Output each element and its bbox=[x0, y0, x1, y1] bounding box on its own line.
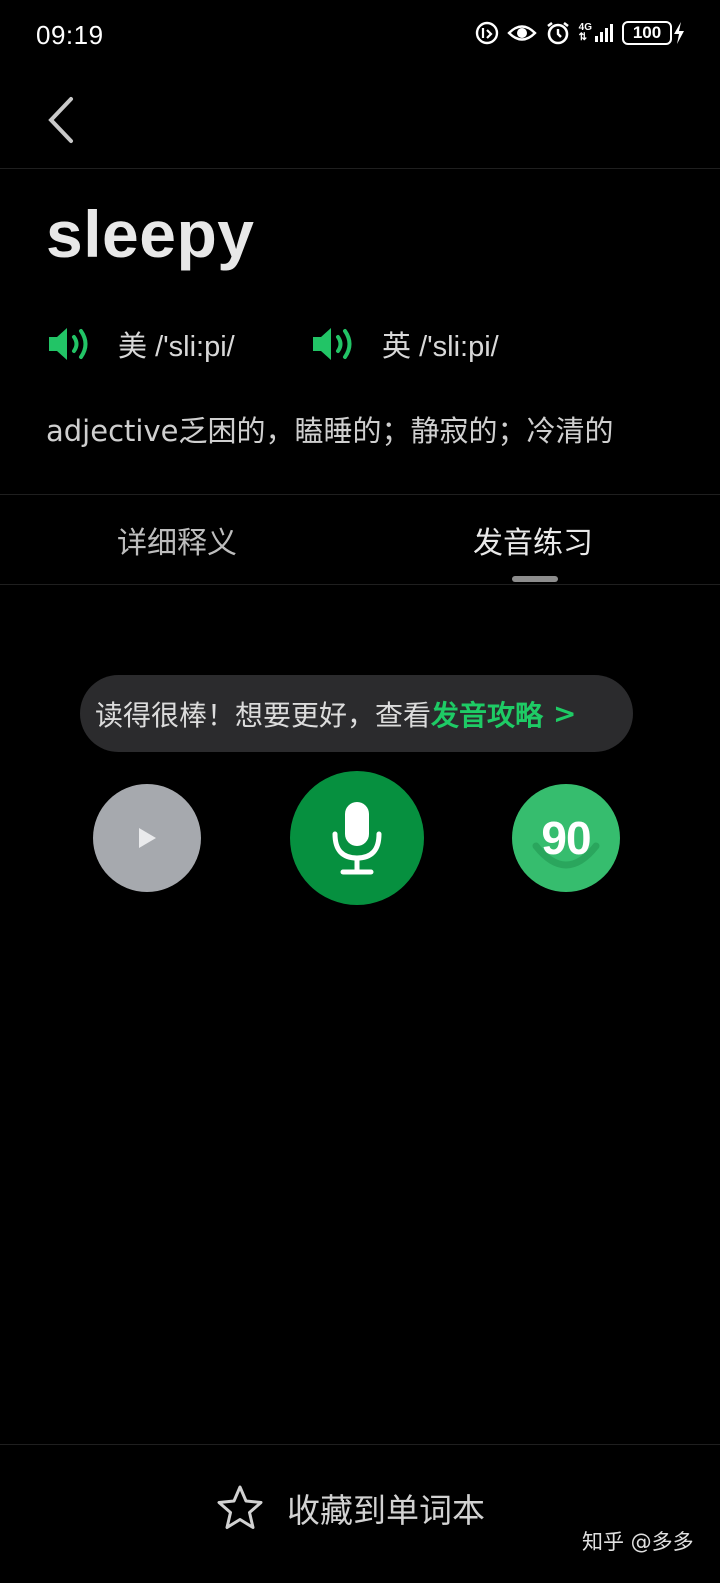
data-saver-icon bbox=[475, 21, 499, 45]
word-detail-page: 09:19 4G ⇅ 100 sleepy 美 /'sli:pi/ 英 /'sl… bbox=[0, 0, 720, 1583]
status-icons: 4G ⇅ 100 bbox=[475, 20, 686, 46]
bottom-bar: 收藏到单词本 bbox=[0, 1444, 720, 1583]
header-divider bbox=[0, 168, 720, 169]
status-time: 09:19 bbox=[36, 20, 104, 50]
speaker-icon[interactable] bbox=[46, 322, 96, 366]
word-title: sleepy bbox=[46, 197, 255, 271]
region-label-uk: 英 bbox=[382, 331, 412, 363]
network-icon: 4G ⇅ bbox=[579, 23, 614, 43]
record-button[interactable] bbox=[290, 771, 424, 905]
tabs-top-divider bbox=[0, 494, 720, 495]
tab-detailed-definition[interactable]: 详细释义 bbox=[117, 518, 237, 562]
eye-icon bbox=[506, 22, 537, 44]
battery-level: 100 bbox=[622, 21, 672, 45]
battery-icon: 100 bbox=[622, 21, 686, 45]
tip-text: 读得很棒！想要更好，查看 bbox=[95, 698, 432, 732]
word-definition: adjective乏困的，瞌睡的；静寂的；冷清的 bbox=[46, 414, 614, 448]
play-recording-button[interactable] bbox=[93, 784, 201, 892]
region-label-us: 美 bbox=[118, 331, 148, 363]
bottom-divider bbox=[0, 1444, 720, 1445]
pronunciation-guide-link[interactable]: 发音攻略 bbox=[431, 694, 543, 734]
chevron-right-icon: > bbox=[553, 697, 577, 730]
chevron-left-icon bbox=[48, 97, 73, 143]
charging-icon bbox=[674, 22, 684, 44]
pronunciation-uk-text: 英 /'sli:pi/ bbox=[382, 323, 499, 365]
score-value: 90 bbox=[541, 812, 591, 864]
pronunciation-uk[interactable]: 英 /'sli:pi/ bbox=[310, 322, 499, 366]
tab-active-indicator bbox=[512, 576, 558, 582]
status-bar: 09:19 4G ⇅ 100 bbox=[0, 0, 720, 72]
add-to-wordbook-button[interactable]: 收藏到单词本 bbox=[215, 1484, 485, 1532]
pronunciation-us-text: 美 /'sli:pi/ bbox=[118, 323, 235, 365]
microphone-icon bbox=[332, 802, 382, 875]
star-icon bbox=[217, 1485, 263, 1529]
tab-pronunciation-practice[interactable]: 发音练习 bbox=[473, 518, 593, 562]
alarm-icon bbox=[545, 20, 571, 46]
watermark: 知乎 @多多 bbox=[582, 1530, 694, 1554]
play-icon bbox=[139, 828, 156, 848]
back-button[interactable] bbox=[36, 90, 86, 150]
tabs-bottom-divider bbox=[0, 584, 720, 585]
score-badge[interactable]: 90 bbox=[512, 784, 620, 892]
phonetic-uk: /'sli:pi/ bbox=[419, 331, 499, 363]
speaker-icon[interactable] bbox=[310, 322, 360, 366]
phonetic-us: /'sli:pi/ bbox=[155, 331, 235, 363]
pronunciation-us[interactable]: 美 /'sli:pi/ bbox=[46, 322, 235, 366]
add-to-wordbook-label: 收藏到单词本 bbox=[287, 1491, 485, 1530]
pronunciation-tip-banner[interactable]: 读得很棒！想要更好，查看 发音攻略 > bbox=[80, 675, 633, 752]
